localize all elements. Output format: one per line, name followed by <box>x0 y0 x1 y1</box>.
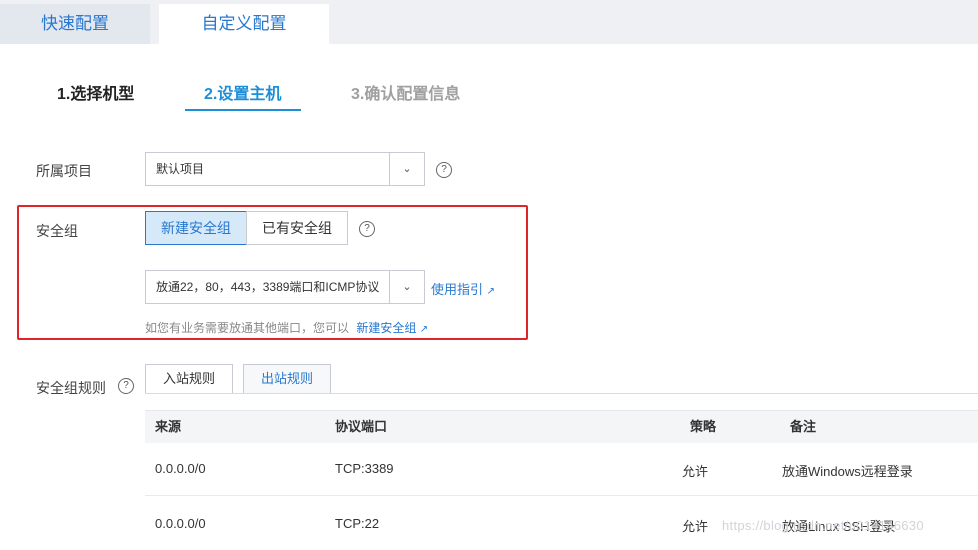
table-cell-source: 0.0.0.0/0 <box>155 516 206 531</box>
step-confirm-config[interactable]: 3.确认配置信息 <box>351 80 460 104</box>
question-circle-icon[interactable]: ? <box>118 378 134 394</box>
table-cell-policy: 允许 <box>682 464 709 479</box>
table-cell-policy: 允许 <box>682 519 709 534</box>
external-link-icon: ↗ <box>486 286 496 297</box>
hint-text: 如您有业务需要放通其他端口，您可以 <box>145 321 350 335</box>
usage-guide-link-text[interactable]: 使用指引 <box>431 282 483 297</box>
security-group-label: 安全组 <box>36 223 78 239</box>
rules-table-header: 来源 协议端口 策略 备注 <box>145 410 978 443</box>
column-header-note: 备注 <box>790 419 817 434</box>
watermark: https://blog.csdn.net/u014146630 <box>722 518 924 533</box>
rules-tab-divider <box>145 393 978 394</box>
config-mode-tabs: 快速配置 自定义配置 <box>0 0 978 44</box>
usage-guide-link[interactable]: 使用指引 ↗ <box>431 279 495 298</box>
table-cell-port: TCP:22 <box>335 516 380 531</box>
new-security-group-link[interactable]: 新建安全组 <box>356 321 416 335</box>
table-cell-port: TCP:3389 <box>335 461 394 476</box>
security-group-select-value: 放通22，80，443，3389端口和ICMP协议 <box>156 280 380 294</box>
table-cell-note: 放通Windows远程登录 <box>782 464 913 479</box>
step-select-model[interactable]: 1.选择机型 <box>57 80 134 104</box>
tab-quick-config[interactable]: 快速配置 <box>0 4 150 44</box>
project-select[interactable]: 默认项目 ⌄ <box>145 152 425 186</box>
step-configure-host[interactable]: 2.设置主机 <box>204 80 281 104</box>
tab-outbound-rules[interactable]: 出站规则 <box>243 364 331 394</box>
table-cell-source: 0.0.0.0/0 <box>155 461 206 476</box>
project-label: 所属项目 <box>36 163 92 179</box>
column-header-port: 协议端口 <box>335 419 388 434</box>
question-circle-icon[interactable]: ? <box>359 221 375 237</box>
security-group-select[interactable]: 放通22，80，443，3389端口和ICMP协议 ⌄ <box>145 270 425 304</box>
security-group-rules-label: 安全组规则 <box>36 380 106 396</box>
chevron-down-icon[interactable]: ⌄ <box>389 153 424 185</box>
existing-security-group-button[interactable]: 已有安全组 <box>246 211 348 245</box>
question-circle-icon[interactable]: ? <box>436 162 452 178</box>
tab-inbound-rules[interactable]: 入站规则 <box>145 364 233 394</box>
new-security-group-button[interactable]: 新建安全组 <box>145 211 247 245</box>
tab-custom-config[interactable]: 自定义配置 <box>159 4 329 44</box>
project-select-value: 默认项目 <box>156 162 205 176</box>
row-divider <box>145 495 978 496</box>
external-link-icon: ↗ <box>419 324 429 335</box>
chevron-down-icon[interactable]: ⌄ <box>389 271 424 303</box>
column-header-source: 来源 <box>155 419 182 434</box>
column-header-policy: 策略 <box>690 419 717 434</box>
security-group-hint: 如您有业务需要放通其他端口，您可以 新建安全组 ↗ <box>145 319 428 336</box>
active-step-indicator <box>185 109 301 111</box>
